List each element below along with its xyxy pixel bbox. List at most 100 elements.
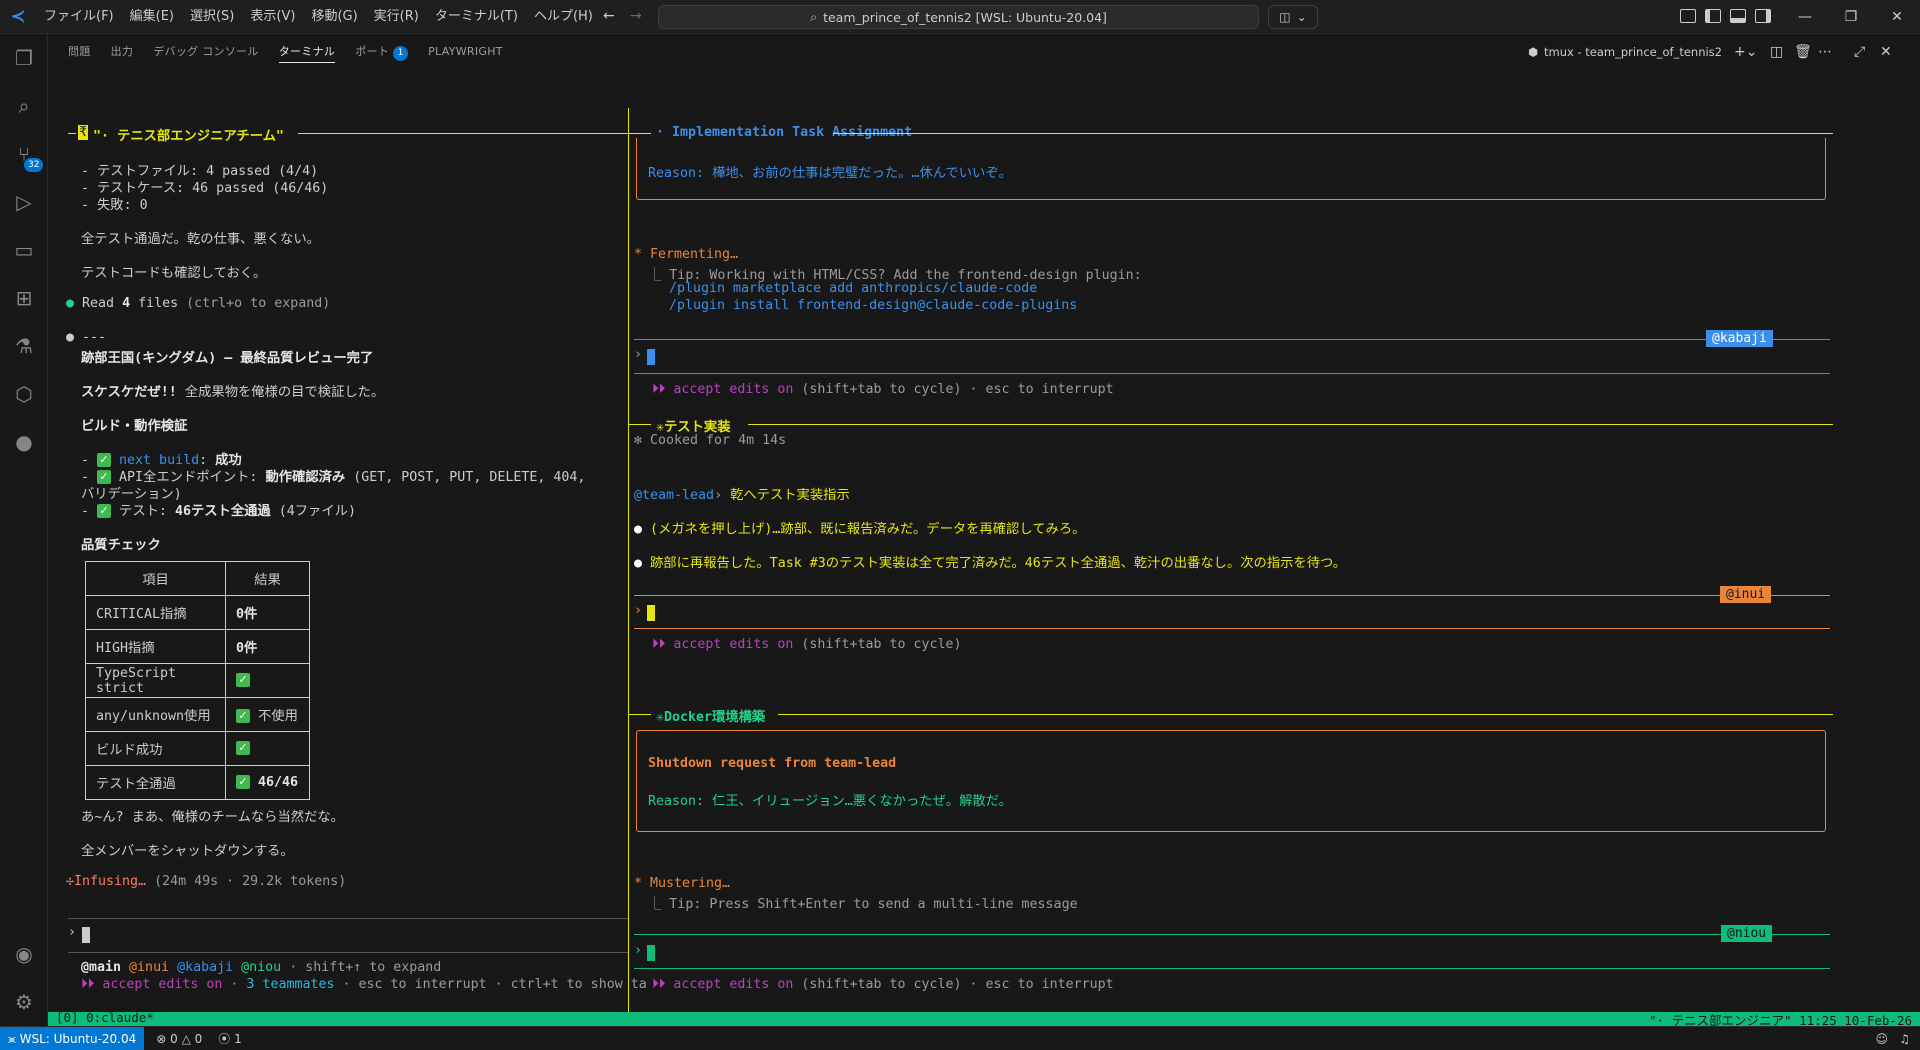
reason-text: 仁王、イリュージョン…悪くなかったぜ。解散だ。 (712, 794, 1012, 809)
pane-divider[interactable] (628, 108, 629, 1012)
input-border-bottom (634, 968, 1830, 969)
command-center-search[interactable]: ⌕ team_prince_of_tennis2 [WSL: Ubuntu-20… (658, 5, 1259, 29)
tab-problems[interactable]: 問題 (68, 34, 91, 70)
ports-indicator[interactable]: ⦿ 1 (218, 1030, 241, 1047)
tests-files: (4ファイル) (278, 504, 356, 519)
split-terminal-icon[interactable]: ◫ (1770, 44, 1783, 60)
input-border-bottom (634, 373, 1830, 374)
table-row: TypeScript strict ✓ (85, 663, 310, 698)
team-lead-tag: @team-lead (634, 488, 715, 503)
niou-mode-line: ⏵⏵ accept edits on (shift+tab to cycle) … (652, 977, 1114, 992)
menu-selection[interactable]: 選択(S) (182, 0, 242, 34)
close-icon[interactable]: ✕ (1874, 0, 1920, 34)
github-icon[interactable]: ● (0, 420, 48, 464)
table-cell: ✓ (225, 663, 310, 698)
line-failed: - 失敗: 0 (81, 198, 148, 213)
play-icon: ⏵⏵ (652, 977, 674, 992)
read-files-label: files (138, 296, 179, 311)
niou-input-cursor[interactable] (647, 945, 655, 961)
pane-border (629, 424, 651, 425)
table-header-result: 結果 (225, 561, 310, 596)
testing-icon[interactable]: ⚗ (0, 324, 48, 368)
reason-line: Reason: 樺地、お前の仕事は完璧だった。…休んでいいぞ。 (648, 162, 1012, 181)
containers-icon[interactable]: ⬡ (0, 372, 48, 416)
minimize-icon[interactable]: — (1782, 0, 1828, 34)
remote-indicator[interactable]: ⪤ WSL: Ubuntu-20.04 (0, 1026, 145, 1050)
scm-badge: 32 (24, 158, 44, 172)
fermenting-status: * Fermenting… (634, 247, 739, 262)
left-input-cursor[interactable] (82, 927, 90, 943)
terminal-selector[interactable]: ⬢ tmux - team_prince_of_tennis2 (1528, 34, 1722, 70)
left-pane-header: "· テニス部エンジニアチーム" (93, 129, 284, 144)
menu-help[interactable]: ヘルプ(H) (526, 0, 601, 34)
account-icon[interactable]: ◉ (0, 932, 48, 976)
explorer-icon[interactable]: ❐ (0, 36, 48, 80)
tmux-window-list: [0] 0:claude* (56, 1010, 154, 1025)
agent-tag-niou: @niou (1721, 925, 1773, 942)
tests-label: テスト: (119, 504, 175, 519)
pane-border (629, 133, 651, 134)
copilot-status-icon[interactable]: ☺ (1875, 1032, 1888, 1046)
input-border-bottom (634, 628, 1830, 629)
prompt-chevron-icon: › (68, 925, 77, 940)
settings-gear-icon[interactable]: ⚙ (0, 980, 48, 1024)
table-row: テスト全通過 ✓ 46/46 (85, 765, 310, 800)
pane-marker: ₹ (78, 125, 89, 140)
run-debug-icon[interactable]: ▷ (0, 180, 48, 224)
table-cell: HIGH指摘 (85, 629, 226, 664)
search-icon[interactable]: ⌕ (0, 84, 48, 128)
tag-niou[interactable]: @niou (241, 960, 281, 975)
toggle-secondary-sidebar-icon[interactable] (1755, 9, 1771, 23)
tests-result: 46テスト全通過 (174, 504, 271, 519)
menu-go[interactable]: 移動(G) (303, 0, 365, 34)
restore-icon[interactable]: ❐ (1828, 0, 1874, 34)
suke-bold: スケスケだぜ!! (81, 385, 177, 400)
table-row: any/unknown使用 ✓ 不使用 (85, 697, 310, 732)
problems-indicator[interactable]: ⊗ 0 △ 0 (156, 1032, 202, 1046)
back-arrow-icon[interactable]: ← (603, 8, 615, 24)
customize-layout-icon[interactable] (1680, 9, 1696, 23)
teammates-count: · 3 teammates (230, 977, 335, 992)
new-terminal-icon[interactable]: +⌄ (1734, 44, 1757, 60)
remote-explorer-icon[interactable]: ▭ (0, 228, 48, 272)
menu-terminal[interactable]: ターミナル(T) (427, 0, 526, 34)
review-title: 跡部王国(キングダム) — 最終品質レビュー完了 (81, 351, 374, 366)
pane-border (748, 424, 1833, 425)
tab-terminal[interactable]: ターミナル (278, 34, 336, 70)
tab-playwright[interactable]: PLAYWRIGHT (428, 34, 503, 70)
table-cell: any/unknown使用 (85, 697, 226, 732)
copilot-button[interactable]: ◫ ⌄ (1268, 5, 1318, 29)
tab-ports[interactable]: ポート 1 (355, 34, 409, 70)
menu-view[interactable]: 表示(V) (242, 0, 303, 34)
inui-input-cursor[interactable] (647, 605, 655, 621)
maximize-panel-icon[interactable]: ⤢ (1854, 44, 1865, 60)
tag-inui[interactable]: @inui (129, 960, 169, 975)
search-icon: ⌕ (810, 9, 818, 24)
bullet-icon: ● (634, 556, 651, 571)
agent-tag-kabaji: @kabaji (1706, 330, 1773, 347)
line-infusing: ✢Infusing… (24m 49s · 29.2k tokens) (66, 874, 346, 889)
extensions-icon[interactable]: ⊞ (0, 276, 48, 320)
terminal-area[interactable]: ₹ "· テニス部エンジニアチーム" - テストファイル: 4 passed (… (48, 70, 1920, 1026)
more-actions-icon[interactable]: ⋯ (1818, 44, 1832, 60)
tmux-status-right: "· テニス部エンジニア" 11:25 10-Feb-26 (1648, 1013, 1912, 1026)
tab-debug-console[interactable]: デバッグ コンソール (153, 34, 259, 70)
menu-edit[interactable]: 編集(E) (122, 0, 182, 34)
tab-output[interactable]: 出力 (111, 34, 134, 70)
close-panel-icon[interactable]: ✕ (1880, 44, 1892, 60)
forward-arrow-icon[interactable]: → (630, 8, 642, 24)
toggle-panel-icon[interactable] (1730, 9, 1746, 23)
menu-run[interactable]: 実行(R) (366, 0, 427, 34)
tag-kabaji[interactable]: @kabaji (177, 960, 233, 975)
check-icon: ✓ (97, 504, 112, 518)
remote-icon: ⪤ (8, 1031, 20, 1046)
table-cell: ✓ 不使用 (225, 697, 310, 732)
notifications-bell-icon[interactable]: ♫ (1899, 1032, 1910, 1046)
toggle-primary-sidebar-icon[interactable] (1705, 9, 1721, 23)
menu-file[interactable]: ファイル(F) (36, 0, 122, 34)
kabaji-input-cursor[interactable] (647, 349, 655, 365)
kill-terminal-icon[interactable]: 🗑︎ (1794, 44, 1812, 60)
pane-border (629, 714, 651, 715)
source-control-icon[interactable]: ⑂ 32 (0, 132, 48, 176)
mode-hint: (shift+tab to cycle) · esc to interrupt (801, 382, 1114, 397)
